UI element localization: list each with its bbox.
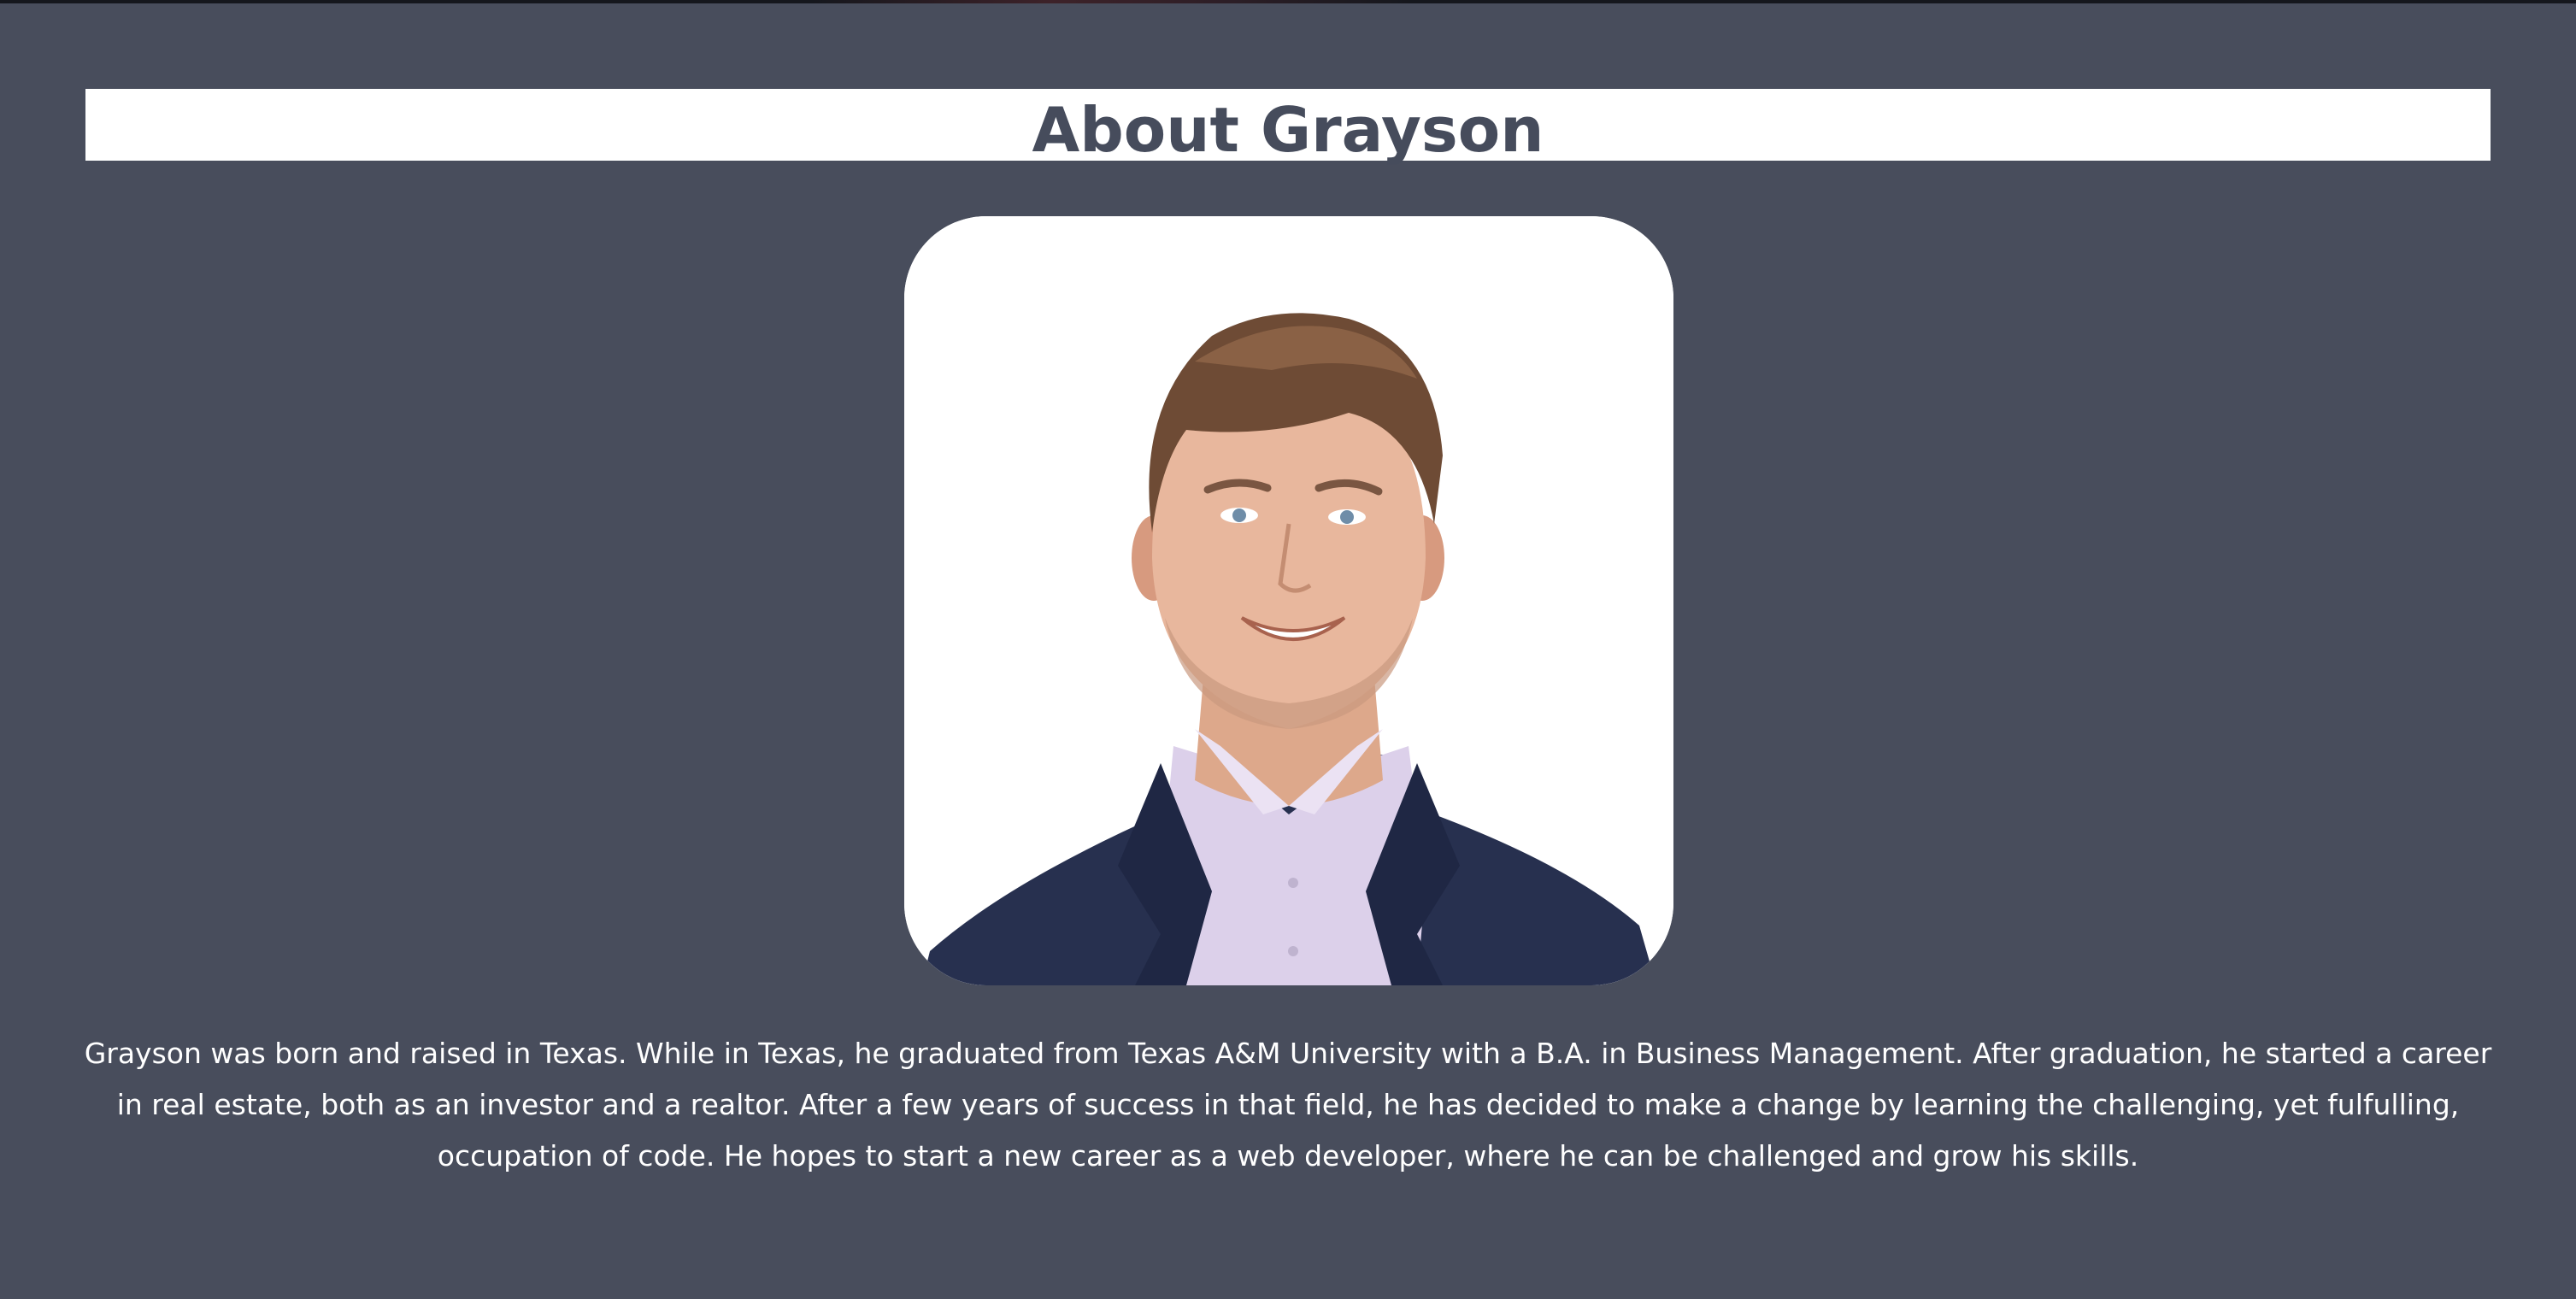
profile-photo	[904, 216, 1673, 985]
bio-paragraph: Grayson was born and raised in Texas. Wh…	[84, 1037, 2492, 1173]
page-title: About Grayson	[1032, 94, 1544, 166]
portrait-photo-icon	[904, 216, 1673, 985]
about-heading-bar: About Grayson	[85, 89, 2491, 166]
top-edge-highlight	[812, 0, 1410, 3]
